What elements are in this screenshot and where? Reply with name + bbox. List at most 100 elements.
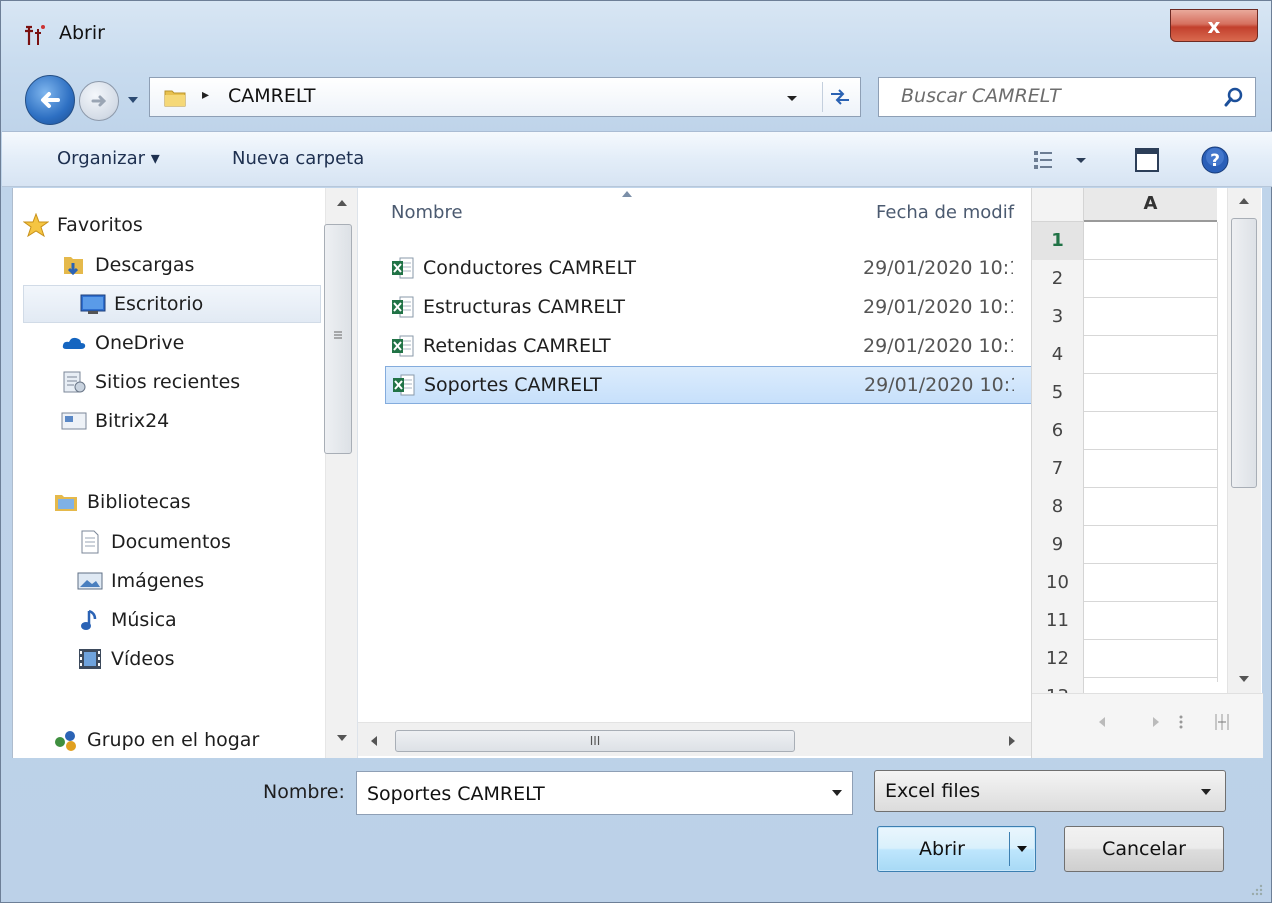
search-box[interactable]: Buscar CAMRELT: [878, 77, 1256, 117]
homegroup-icon: [53, 728, 79, 752]
help-icon[interactable]: ?: [1200, 145, 1230, 175]
close-button[interactable]: x: [1170, 9, 1258, 42]
scroll-down-icon[interactable]: [1238, 674, 1250, 684]
scroll-left-icon[interactable]: [370, 735, 378, 747]
file-row[interactable]: Retenidas CAMRELT 29/01/2020 10:1: [385, 327, 1033, 365]
excel-file-icon: [393, 374, 415, 396]
excel-file-icon: [392, 296, 414, 318]
breadcrumb-camrelt[interactable]: CAMRELT: [228, 85, 315, 107]
nav-item-videos[interactable]: Vídeos: [77, 640, 321, 678]
sheet-next-icon[interactable]: [1152, 716, 1160, 728]
horizontal-scroll-thumb[interactable]: III: [395, 730, 795, 752]
nav-item-descargas[interactable]: Descargas: [61, 246, 321, 284]
refresh-button[interactable]: [822, 82, 856, 112]
sheet-menu-icon[interactable]: [1178, 714, 1184, 730]
file-date: 29/01/2020 10:1: [863, 296, 1013, 318]
split-view-icon[interactable]: [1212, 712, 1232, 732]
nav-item-label: Imágenes: [111, 570, 205, 592]
file-name-label: Nombre:: [263, 781, 345, 803]
column-header-name[interactable]: Nombre: [391, 202, 463, 223]
change-view-icon[interactable]: [1032, 148, 1090, 172]
nav-item-escritorio[interactable]: Escritorio: [23, 285, 321, 323]
title-bar: Abrir x: [1, 1, 1271, 65]
file-list: Nombre Fecha de modif Conductores CAMREL…: [358, 188, 1033, 758]
nav-item-bitrix24[interactable]: Bitrix24: [61, 402, 321, 440]
onedrive-icon: [61, 331, 87, 355]
nav-item-sitios-recientes[interactable]: Sitios recientes: [61, 363, 321, 401]
libraries-icon: [53, 490, 79, 514]
grid-column-line: [1217, 222, 1218, 682]
file-row-selected[interactable]: Soportes CAMRELT 29/01/2020 10:1: [385, 366, 1033, 404]
scroll-down-icon[interactable]: [336, 733, 348, 743]
cancel-button[interactable]: Cancelar: [1064, 826, 1224, 872]
sort-ascending-icon: [622, 191, 632, 197]
grid-row-number: 13: [1032, 678, 1084, 693]
sheet-prev-icon[interactable]: [1098, 716, 1106, 728]
file-row[interactable]: Conductores CAMRELT 29/01/2020 10:1: [385, 249, 1033, 287]
close-icon: x: [1207, 13, 1221, 38]
nav-scroll-thumb[interactable]: [324, 224, 352, 454]
videos-icon: [77, 647, 103, 671]
grid-row: 4: [1032, 336, 1217, 374]
breadcrumb-chevron-icon[interactable]: ▸: [202, 87, 209, 103]
music-icon: [77, 608, 103, 632]
file-name-value: Soportes CAMRELT: [367, 783, 545, 805]
nav-item-label: Sitios recientes: [95, 371, 241, 393]
scroll-up-icon[interactable]: [1238, 196, 1250, 206]
nav-item-imagenes[interactable]: Imágenes: [77, 562, 321, 600]
recent-locations-dropdown-icon[interactable]: [125, 89, 141, 109]
grid-row: 8: [1032, 488, 1217, 526]
resize-grip-icon[interactable]: [1249, 882, 1263, 896]
preview-pane-icon[interactable]: [1133, 146, 1161, 174]
search-icon[interactable]: [1223, 86, 1245, 108]
nav-favorites[interactable]: Favoritos: [23, 206, 321, 244]
forward-arrow-icon: [91, 95, 107, 107]
nav-item-onedrive[interactable]: OneDrive: [61, 324, 321, 362]
file-name-field[interactable]: Soportes CAMRELT: [356, 771, 853, 815]
file-type-select[interactable]: Excel files: [874, 770, 1226, 812]
preview-scroll-thumb[interactable]: [1231, 218, 1257, 488]
grid-row: 6: [1032, 412, 1217, 450]
file-row[interactable]: Estructuras CAMRELT 29/01/2020 10:1: [385, 288, 1033, 326]
nav-item-label: Descargas: [95, 254, 195, 276]
grid-row: 13: [1032, 678, 1217, 693]
column-header-date[interactable]: Fecha de modif: [876, 202, 1014, 223]
scroll-right-icon[interactable]: [1008, 735, 1016, 747]
forward-button[interactable]: [79, 81, 119, 121]
bitrix-icon: [61, 409, 87, 433]
grid-row: 7: [1032, 450, 1217, 488]
address-bar[interactable]: ▸ CAMRELT: [149, 77, 861, 117]
grid-row: 10: [1032, 564, 1217, 602]
grid-row-number: 2: [1032, 260, 1084, 298]
nav-item-homegroup[interactable]: Grupo en el hogar: [23, 721, 321, 759]
grid-row: 12: [1032, 640, 1217, 678]
nav-item-documentos[interactable]: Documentos: [77, 523, 321, 561]
file-name: Estructuras CAMRELT: [423, 296, 625, 318]
back-button[interactable]: [25, 75, 75, 125]
pictures-icon: [77, 569, 103, 593]
window-title: Abrir: [59, 22, 105, 44]
new-folder-button[interactable]: Nueva carpeta: [232, 148, 364, 169]
folder-icon: [164, 90, 186, 107]
preview-scrollbar[interactable]: [1227, 188, 1261, 693]
grid-row-number: 5: [1032, 374, 1084, 412]
horizontal-scrollbar[interactable]: III: [358, 722, 1031, 756]
chevron-down-icon[interactable]: [830, 786, 844, 800]
file-type-value: Excel files: [885, 780, 981, 802]
grid-row-number: 1: [1032, 222, 1084, 260]
grid-column-header: A: [1084, 188, 1217, 222]
search-input[interactable]: Buscar CAMRELT: [901, 85, 1061, 107]
open-file-dialog: Abrir x ▸ CAMRELT Buscar CAMRELT Organiz…: [0, 0, 1272, 903]
grid-row-number: 6: [1032, 412, 1084, 450]
scroll-up-icon[interactable]: [336, 198, 348, 208]
open-button[interactable]: Abrir: [877, 826, 1036, 872]
nav-item-label: Escritorio: [114, 293, 204, 315]
organize-menu[interactable]: Organizar ▾: [57, 148, 160, 169]
nav-bibliotecas[interactable]: Bibliotecas: [23, 483, 321, 521]
open-options-dropdown-icon[interactable]: [1015, 842, 1029, 856]
nav-favorites-label: Favoritos: [57, 214, 143, 236]
nav-item-musica[interactable]: Música: [77, 601, 321, 639]
address-dropdown-icon[interactable]: [782, 88, 802, 108]
excel-file-icon: [392, 257, 414, 279]
file-name: Soportes CAMRELT: [424, 374, 602, 396]
